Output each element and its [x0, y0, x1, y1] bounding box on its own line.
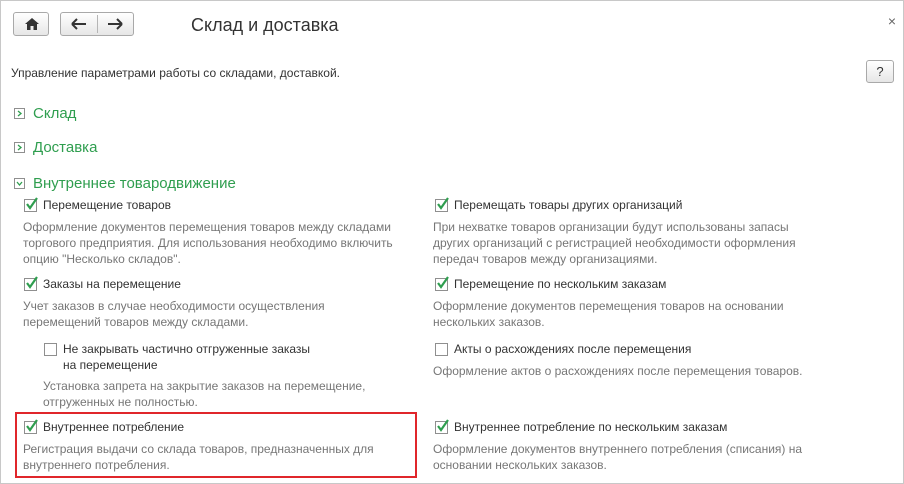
option-note: Установка запрета на закрытие заказов на… — [43, 378, 365, 410]
home-icon — [25, 18, 39, 30]
option-internal-consumption[interactable]: Внутреннее потребление — [24, 418, 184, 436]
arrow-right-icon — [108, 18, 123, 30]
option-label[interactable]: Перемещение по нескольким заказам — [454, 277, 666, 291]
checkmark-icon — [26, 196, 38, 210]
note-line: Оформление документов внутреннего потреб… — [433, 442, 803, 456]
option-label[interactable]: Перемещение товаров — [43, 198, 171, 212]
checkbox-checked[interactable] — [435, 196, 449, 212]
note-line: отгруженных не полностью. — [43, 395, 198, 409]
back-button[interactable] — [61, 13, 97, 35]
option-transfer[interactable]: Перемещение товаров — [24, 196, 171, 214]
note-line: При нехватке товаров организации будут и… — [433, 220, 789, 234]
group-sklad[interactable]: Склад — [14, 103, 76, 123]
option-label[interactable]: Не закрывать частично отгруженные заказы — [63, 342, 310, 356]
option-label-continued[interactable]: на перемещение — [63, 358, 158, 372]
checkbox-checked[interactable] — [24, 418, 38, 434]
group-internal-movement[interactable]: Внутреннее товародвижение — [14, 173, 236, 193]
checkmark-icon — [437, 275, 449, 289]
note-line: перемещений товаров между складами. — [23, 315, 249, 329]
note-line: торгового предприятия. Для использования… — [23, 236, 393, 250]
checkmark-icon — [26, 275, 38, 289]
option-note: Оформление документов внутреннего потреб… — [433, 441, 802, 473]
checkbox-checked[interactable] — [24, 275, 38, 291]
checkbox-unchecked[interactable] — [44, 342, 57, 356]
note-line: опцию "Несколько складов". — [23, 252, 181, 266]
option-note: Учет заказов в случае необходимости осущ… — [23, 298, 325, 330]
navigation-buttons — [60, 12, 134, 36]
option-note: Оформление документов перемещения товаро… — [23, 219, 393, 267]
note-line: Регистрация выдачи со склада товаров, пр… — [23, 442, 374, 456]
option-note: При нехватке товаров организации будут и… — [433, 219, 796, 267]
option-multi-orders[interactable]: Перемещение по нескольким заказам — [435, 275, 666, 293]
window-title: Склад и доставка — [191, 15, 339, 35]
note-line: основании нескольких заказов. — [433, 458, 607, 472]
checkmark-icon — [437, 418, 449, 432]
note-line: передач товаров между организациями. — [433, 252, 658, 266]
help-button[interactable]: ? — [866, 60, 894, 83]
note-line: Установка запрета на закрытие заказов на… — [43, 379, 366, 393]
checkmark-icon — [26, 418, 38, 432]
option-label[interactable]: Внутреннее потребление — [43, 420, 184, 434]
option-internal-multi[interactable]: Внутреннее потребление по нескольким зак… — [435, 418, 727, 436]
note-line: нескольких заказов. — [433, 315, 545, 329]
option-label[interactable]: Перемещать товары других организаций — [454, 198, 682, 212]
window-description: Управление параметрами работы со складам… — [11, 66, 340, 80]
checkmark-icon — [437, 196, 449, 210]
option-note: Оформление документов перемещения товаро… — [433, 298, 784, 330]
group-title[interactable]: Склад — [33, 105, 76, 122]
option-no-close-orders[interactable]: Не закрывать частично отгруженные заказы — [44, 340, 310, 358]
option-note: Оформление актов о расхождениях после пе… — [433, 363, 802, 379]
group-title[interactable]: Внутреннее товародвижение — [33, 175, 236, 192]
note-line: внутреннего потребления. — [23, 458, 170, 472]
checkbox-checked[interactable] — [435, 418, 449, 434]
note-line: других организаций с регистрацией необхо… — [433, 236, 796, 250]
option-label[interactable]: Внутреннее потребление по нескольким зак… — [454, 420, 727, 434]
checkbox-checked[interactable] — [435, 275, 449, 291]
expand-icon[interactable] — [14, 141, 25, 153]
option-label[interactable]: Акты о расхождениях после перемещения — [454, 342, 691, 356]
note-line: Оформление документов перемещения товаро… — [433, 299, 784, 313]
home-button[interactable] — [13, 12, 49, 36]
option-discrepancy[interactable]: Акты о расхождениях после перемещения — [435, 340, 691, 358]
checkbox-checked[interactable] — [24, 196, 38, 212]
option-note: Регистрация выдачи со склада товаров, пр… — [23, 441, 374, 473]
forward-button[interactable] — [98, 13, 134, 35]
group-dostavka[interactable]: Доставка — [14, 137, 97, 157]
expand-icon[interactable] — [14, 107, 25, 119]
option-other-orgs[interactable]: Перемещать товары других организаций — [435, 196, 682, 214]
note-line: Оформление актов о расхождениях после пе… — [433, 364, 803, 378]
close-icon[interactable]: × — [888, 13, 896, 29]
group-title[interactable]: Доставка — [33, 139, 97, 156]
collapse-icon[interactable] — [14, 177, 25, 189]
note-line: Оформление документов перемещения товаро… — [23, 220, 391, 234]
checkbox-unchecked[interactable] — [435, 342, 448, 356]
option-transfer-orders[interactable]: Заказы на перемещение — [24, 275, 181, 293]
note-line: Учет заказов в случае необходимости осущ… — [23, 299, 325, 313]
arrow-left-icon — [71, 18, 86, 30]
option-label[interactable]: Заказы на перемещение — [43, 277, 181, 291]
